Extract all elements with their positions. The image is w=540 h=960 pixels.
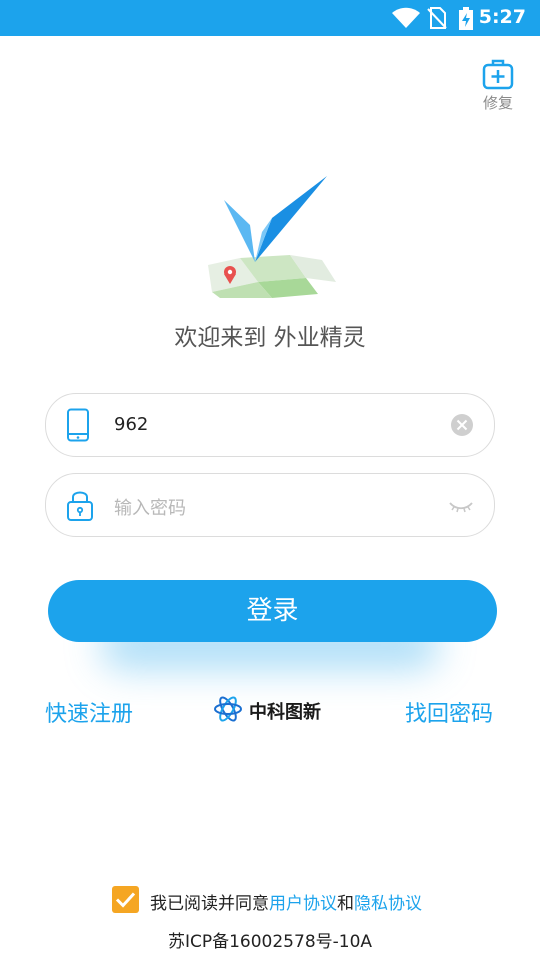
password-field[interactable]: 输入密码 [45, 473, 495, 537]
app-logo [208, 176, 336, 298]
login-button[interactable]: 登录 [48, 580, 497, 642]
clear-icon[interactable] [450, 413, 474, 437]
welcome-text: 欢迎来到 外业精灵 [174, 325, 366, 351]
battery-charging-icon [459, 7, 473, 30]
eye-closed-icon[interactable] [448, 493, 474, 517]
repair-label: 修复 [482, 94, 513, 112]
repair-button[interactable]: 修复 [478, 58, 518, 113]
agreement-text: 我已阅读并同意用户协议和隐私协议 [150, 889, 422, 914]
phone-icon [67, 408, 89, 442]
phone-input[interactable]: 962 [114, 414, 148, 435]
status-bar: 5:27 [0, 0, 540, 36]
atom-logo-icon [214, 696, 242, 722]
first-aid-kit-icon [482, 59, 514, 90]
agreement-and: 和 [337, 894, 354, 914]
agreement-prefix: 我已阅读并同意 [150, 894, 269, 914]
check-icon [115, 892, 136, 908]
register-link[interactable]: 快速注册 [45, 696, 133, 728]
agreement-checkbox[interactable] [112, 886, 139, 913]
lock-icon [67, 491, 93, 521]
icp-license: 苏ICP备16002578号-10A [167, 932, 373, 952]
phone-field[interactable]: 962 [45, 393, 495, 457]
password-input[interactable]: 输入密码 [114, 494, 186, 520]
wifi-icon [392, 7, 420, 28]
privacy-agreement-link[interactable]: 隐私协议 [354, 894, 422, 914]
user-agreement-link[interactable]: 用户协议 [269, 894, 337, 914]
status-time: 5:27 [478, 6, 526, 28]
brand-name: 中科图新 [249, 702, 321, 723]
forgot-password-link[interactable]: 找回密码 [405, 696, 493, 728]
no-sim-icon [427, 7, 447, 29]
